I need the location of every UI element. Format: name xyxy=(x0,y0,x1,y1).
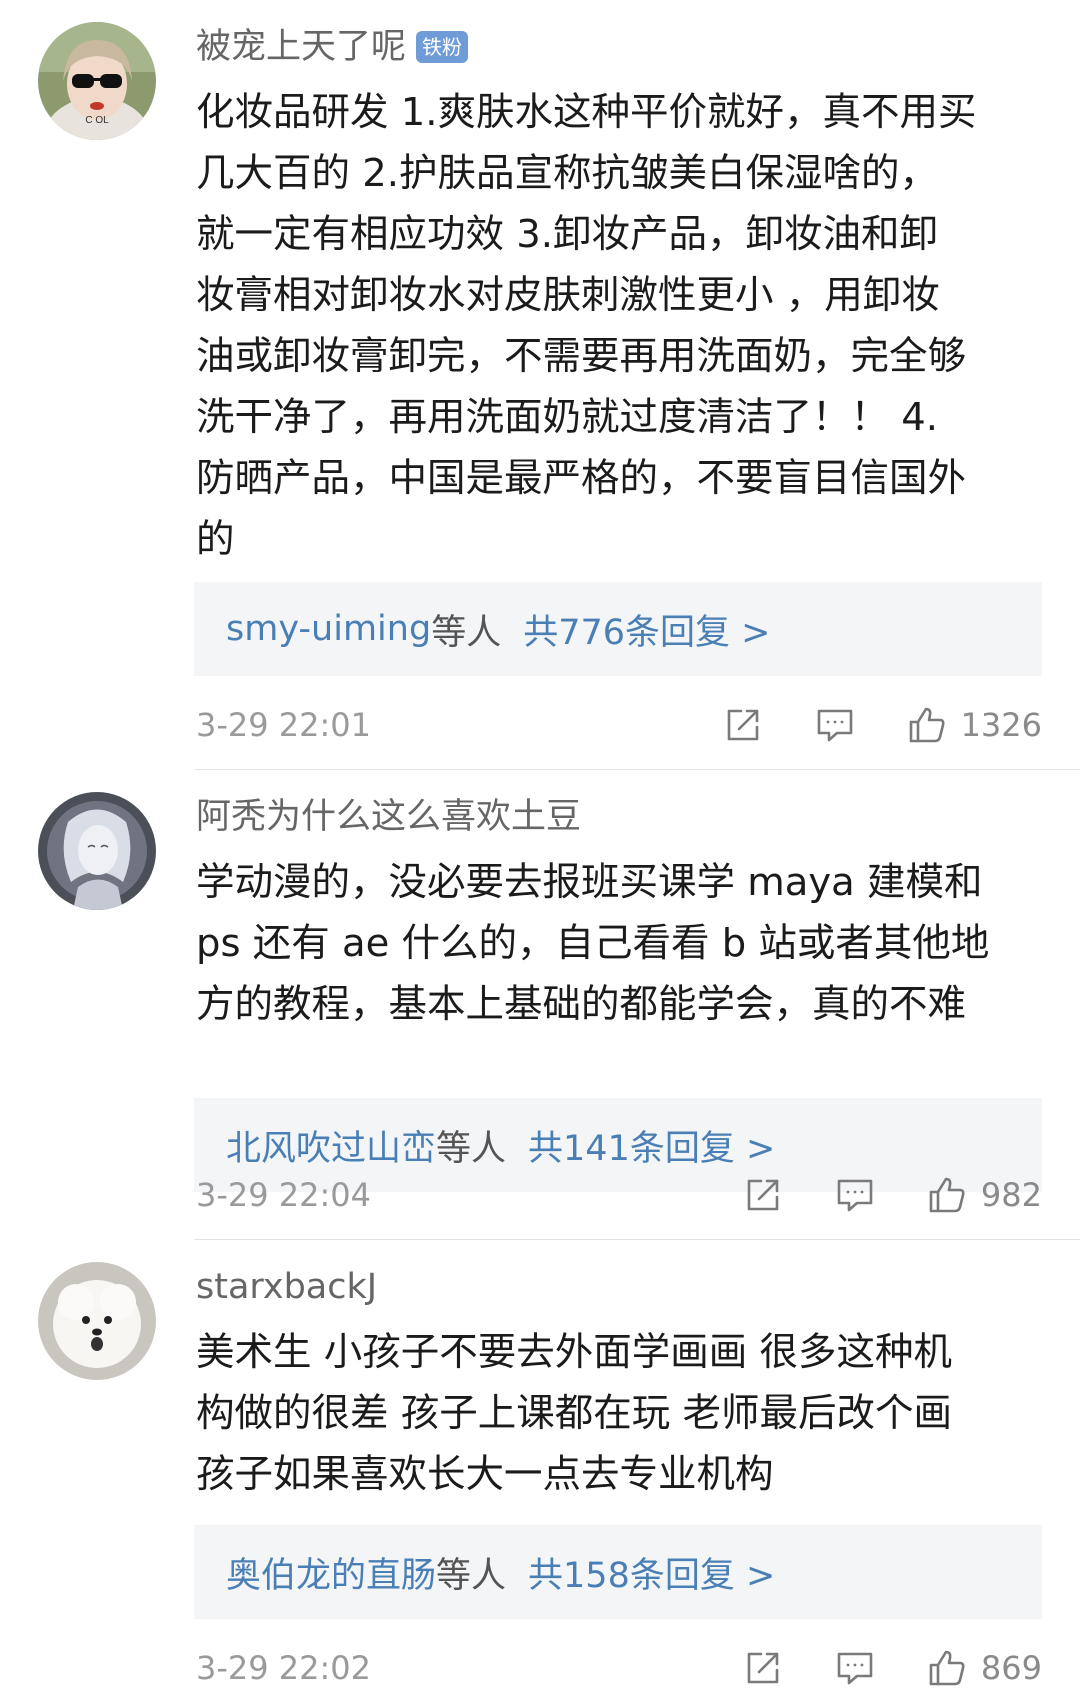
comment-icon[interactable] xyxy=(815,705,855,745)
thumbs-up-icon[interactable] xyxy=(927,1175,967,1215)
username[interactable]: starxbackJ xyxy=(196,1262,377,1312)
reply-suffix: 等人 xyxy=(431,612,502,653)
comment-icon[interactable] xyxy=(835,1648,875,1688)
thumbs-up-icon[interactable] xyxy=(927,1648,967,1688)
like-count: 1326 xyxy=(960,706,1042,744)
reply-count-link[interactable]: 共141条回复 > xyxy=(528,1120,775,1171)
timestamp: 3-29 22:04 xyxy=(196,1176,372,1214)
username-row: 阿秃为什么这么喜欢土豆 xyxy=(196,792,581,842)
like-count: 982 xyxy=(980,1176,1042,1214)
avatar-image: C OL xyxy=(38,22,156,140)
avatar[interactable]: C OL xyxy=(38,22,156,140)
reply-count-link[interactable]: 共158条回复 > xyxy=(528,1547,775,1598)
reply-users[interactable]: 奥伯龙的直肠 xyxy=(226,1547,436,1598)
username[interactable]: 阿秃为什么这么喜欢土豆 xyxy=(196,792,581,842)
thumbs-up-icon[interactable] xyxy=(907,705,947,745)
comment-text: 学动漫的，没必要去报班买课学 maya 建模和 ps 还有 ae 什么的，自己看… xyxy=(196,860,990,1027)
share-icon[interactable] xyxy=(723,705,763,745)
avatar[interactable] xyxy=(38,1262,156,1380)
share-icon[interactable] xyxy=(743,1175,783,1215)
meta-row: 3-29 22:02 869 xyxy=(196,1643,1042,1693)
reply-suffix: 等人 xyxy=(436,1555,507,1596)
action-bar: 869 xyxy=(743,1643,1042,1693)
fan-badge: 铁粉 xyxy=(416,31,469,63)
username-row: starxbackJ xyxy=(196,1262,377,1312)
comment-item: C OL 被宠上天了呢 铁粉 化妆品研发 1.爽肤水这种平价就好，真不用买 几大… xyxy=(0,0,1080,770)
comment-feed: C OL 被宠上天了呢 铁粉 化妆品研发 1.爽肤水这种平价就好，真不用买 几大… xyxy=(0,0,1080,1699)
reply-suffix: 等人 xyxy=(436,1128,507,1169)
avatar-image xyxy=(38,1262,156,1380)
reply-count-link[interactable]: 共776条回复 > xyxy=(523,604,770,655)
reply-summary[interactable]: 奥伯龙的直肠 等人 共158条回复 > xyxy=(194,1525,1042,1619)
avatar[interactable] xyxy=(38,792,156,910)
comment-item: starxbackJ 美术生 小孩子不要去外面学画画 很多这种机 构做的很差 孩… xyxy=(0,1240,1080,1699)
reply-summary[interactable]: smy-uiming 等人 共776条回复 > xyxy=(194,582,1042,676)
comment-item: 阿秃为什么这么喜欢土豆 学动漫的，没必要去报班买课学 maya 建模和 ps 还… xyxy=(0,770,1080,1240)
timestamp: 3-29 22:01 xyxy=(196,706,372,744)
comment-text: 美术生 小孩子不要去外面学画画 很多这种机 构做的很差 孩子上课都在玩 老师最后… xyxy=(196,1330,952,1497)
meta-row: 3-29 22:04 982 xyxy=(196,1170,1042,1220)
share-icon[interactable] xyxy=(743,1648,783,1688)
comment-icon[interactable] xyxy=(835,1175,875,1215)
action-bar: 1326 xyxy=(723,700,1042,750)
comment-text: 化妆品研发 1.爽肤水这种平价就好，真不用买 几大百的 2.护肤品宣称抗皱美白保… xyxy=(196,90,977,562)
username[interactable]: 被宠上天了呢 xyxy=(196,22,406,72)
username-row: 被宠上天了呢 铁粉 xyxy=(196,22,469,72)
timestamp: 3-29 22:02 xyxy=(196,1649,372,1687)
reply-users[interactable]: 北风吹过山峦 xyxy=(226,1120,436,1171)
like-count: 869 xyxy=(980,1649,1042,1687)
avatar-caption: C OL xyxy=(85,115,109,126)
action-bar: 982 xyxy=(743,1170,1042,1220)
reply-users[interactable]: smy-uiming xyxy=(226,609,431,649)
avatar-image xyxy=(38,792,156,910)
meta-row: 3-29 22:01 1326 xyxy=(196,700,1042,750)
